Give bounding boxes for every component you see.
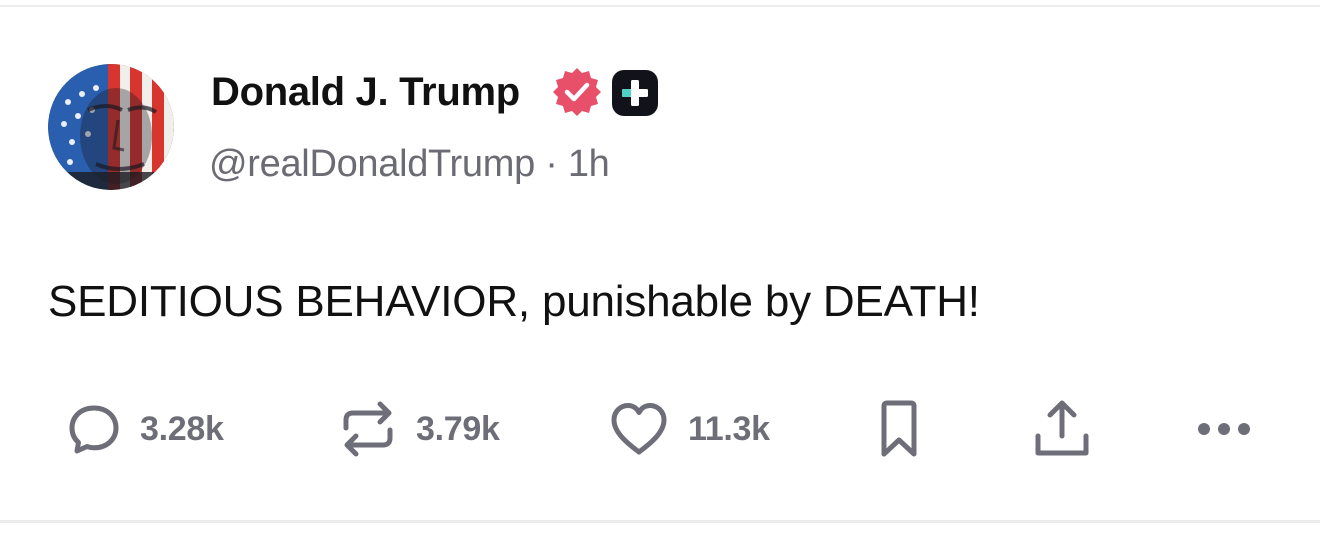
repost-count: 3.79k [416, 409, 500, 448]
plus-badge-icon [612, 70, 658, 116]
bottom-divider [0, 520, 1320, 523]
verified-badge-icon [553, 68, 601, 116]
post-card: Donald J. Trump @realDonaldTrump · 1h SE… [0, 0, 1320, 558]
more-options-button[interactable] [1196, 398, 1252, 460]
repost-icon [343, 401, 393, 457]
like-count: 11.3k [688, 409, 770, 448]
reply-count: 3.28k [140, 409, 224, 448]
author-handle[interactable]: @realDonaldTrump [209, 143, 535, 185]
meta-separator: · [545, 143, 558, 185]
heart-icon [611, 403, 667, 455]
share-icon [1035, 400, 1089, 456]
bookmark-button[interactable] [874, 398, 924, 460]
bookmark-icon [881, 400, 917, 457]
avatar[interactable] [48, 64, 174, 190]
share-button[interactable] [1032, 398, 1092, 460]
display-name[interactable]: Donald J. Trump [211, 68, 520, 116]
reply-button[interactable]: 3.28k [66, 398, 224, 460]
avatar-image [48, 64, 174, 190]
post-meta: @realDonaldTrump · 1h [209, 140, 610, 188]
more-icon [1198, 423, 1250, 435]
post-timestamp[interactable]: 1h [568, 143, 610, 185]
reply-icon [69, 405, 119, 454]
top-divider [0, 5, 1320, 7]
repost-button[interactable]: 3.79k [338, 398, 500, 460]
like-button[interactable]: 11.3k [608, 398, 770, 460]
post-text: SEDITIOUS BEHAVIOR, punishable by DEATH! [48, 277, 980, 326]
